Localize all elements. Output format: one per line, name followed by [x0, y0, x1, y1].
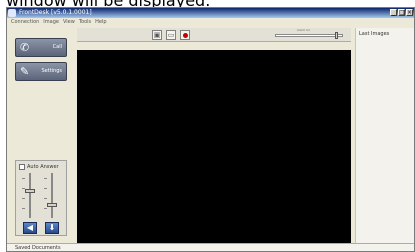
app-window: FrontDesk [v5.0.1.0001] _ □ × Connection…	[6, 7, 415, 252]
settings-label: Settings	[41, 68, 62, 74]
call-label: Call	[52, 44, 62, 50]
slider-thumb[interactable]	[25, 189, 35, 193]
minimize-button[interactable]: _	[390, 9, 397, 16]
speaker-volume-slider[interactable]	[22, 173, 35, 218]
microphone-icon[interactable]: ⬇	[45, 222, 59, 234]
record-button[interactable]	[180, 30, 190, 40]
slider-tick	[44, 208, 47, 209]
slider-tick	[44, 188, 47, 189]
zoom-slider-track[interactable]	[275, 34, 343, 37]
zoom-label: zoom lvl	[297, 28, 310, 32]
phone-icon: ✆	[20, 41, 30, 54]
menu-tools[interactable]: Tools	[79, 18, 91, 26]
last-images-panel: Last Images	[355, 28, 414, 243]
slider-tick	[22, 208, 25, 209]
tools-icon: ✎	[20, 65, 30, 78]
saved-documents-label[interactable]: Saved Documents	[15, 244, 61, 251]
slider-track	[51, 173, 53, 218]
app-icon	[8, 9, 16, 17]
slider-tick	[22, 178, 25, 179]
maximize-button[interactable]: □	[398, 9, 405, 16]
slider-thumb[interactable]	[47, 203, 57, 207]
menu-image[interactable]: Image	[43, 18, 59, 26]
menu-connection[interactable]: Connection	[11, 18, 39, 26]
left-panel: ✆ Call ✎ Settings Auto Answer ◀ ⬇	[9, 28, 73, 243]
close-button[interactable]: ×	[406, 9, 413, 16]
title-bar: FrontDesk [v5.0.1.0001] _ □ ×	[7, 8, 414, 18]
menu-view[interactable]: View	[63, 18, 75, 26]
snapshot-camera-icon[interactable]: ▣	[152, 30, 162, 40]
video-display	[77, 50, 351, 247]
speaker-icon[interactable]: ◀	[23, 222, 37, 234]
slider-tick	[22, 198, 25, 199]
zoom-slider-thumb[interactable]	[334, 32, 338, 39]
slider-tick	[44, 198, 47, 199]
last-images-title: Last Images	[359, 31, 390, 37]
auto-answer-label: Auto Answer	[27, 164, 59, 170]
menu-bar: Connection Image View Tools Help	[7, 18, 414, 26]
window-view-icon[interactable]: ▭	[166, 30, 176, 40]
window-title: FrontDesk [v5.0.1.0001]	[19, 9, 92, 16]
auto-answer-checkbox[interactable]	[19, 164, 25, 170]
audio-controls: Auto Answer ◀ ⬇	[15, 160, 67, 236]
window-controls: _ □ ×	[390, 9, 413, 16]
settings-button[interactable]: ✎ Settings	[15, 62, 67, 81]
microphone-volume-slider[interactable]	[44, 173, 57, 218]
record-icon	[183, 33, 188, 38]
menu-help[interactable]: Help	[95, 18, 106, 26]
status-bar: Saved Documents	[7, 243, 414, 251]
slider-tick	[44, 178, 47, 179]
slider-track	[29, 173, 31, 218]
call-button[interactable]: ✆ Call	[15, 38, 67, 57]
video-toolbar: ▣ ▭ zoom lvl	[77, 28, 351, 42]
